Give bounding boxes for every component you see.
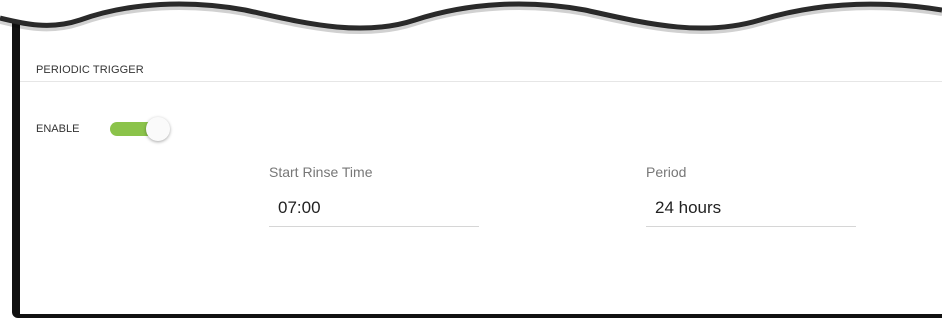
enable-toggle[interactable] (110, 117, 170, 141)
period-underline (646, 226, 856, 227)
period-label: Period (646, 164, 687, 180)
period-value[interactable]: 24 hours (655, 198, 721, 218)
screenshot-stage: PERIODIC TRIGGER ENABLE Start Rinse Time… (0, 0, 942, 323)
period-field[interactable]: Period 24 hours (646, 164, 856, 228)
start-rinse-time-value[interactable]: 07:00 (278, 198, 321, 218)
start-rinse-time-field[interactable]: Start Rinse Time 07:00 (269, 164, 479, 228)
start-rinse-time-underline (269, 226, 479, 227)
start-rinse-time-label: Start Rinse Time (269, 164, 373, 180)
panel-title: PERIODIC TRIGGER (36, 64, 144, 76)
enable-label: ENABLE (36, 123, 80, 135)
torn-edge-decoration (0, 0, 942, 35)
toggle-knob (146, 117, 170, 141)
